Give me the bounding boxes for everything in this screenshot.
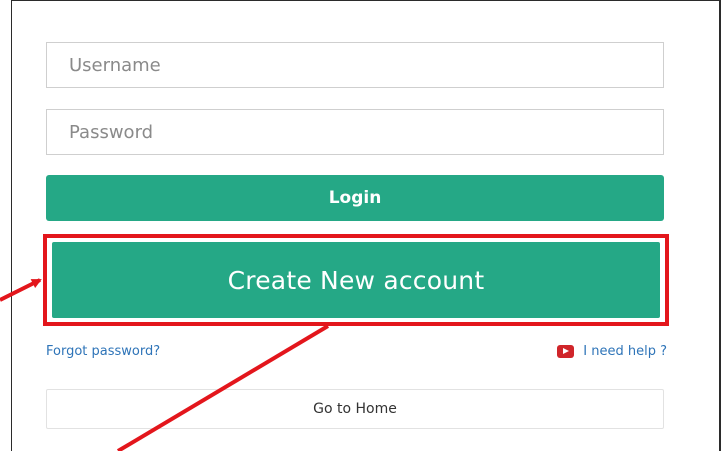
password-input[interactable] bbox=[46, 109, 664, 155]
login-button[interactable]: Login bbox=[46, 175, 664, 221]
help-link-label: I need help ? bbox=[583, 344, 667, 359]
create-account-button[interactable]: Create New account bbox=[52, 242, 660, 318]
help-link[interactable]: I need help ? bbox=[557, 344, 667, 359]
forgot-password-link[interactable]: Forgot password? bbox=[46, 344, 160, 359]
username-input[interactable] bbox=[46, 42, 664, 88]
youtube-play-icon bbox=[557, 345, 575, 358]
create-account-highlight: Create New account bbox=[43, 234, 669, 326]
go-to-home-button[interactable]: Go to Home bbox=[46, 389, 664, 429]
